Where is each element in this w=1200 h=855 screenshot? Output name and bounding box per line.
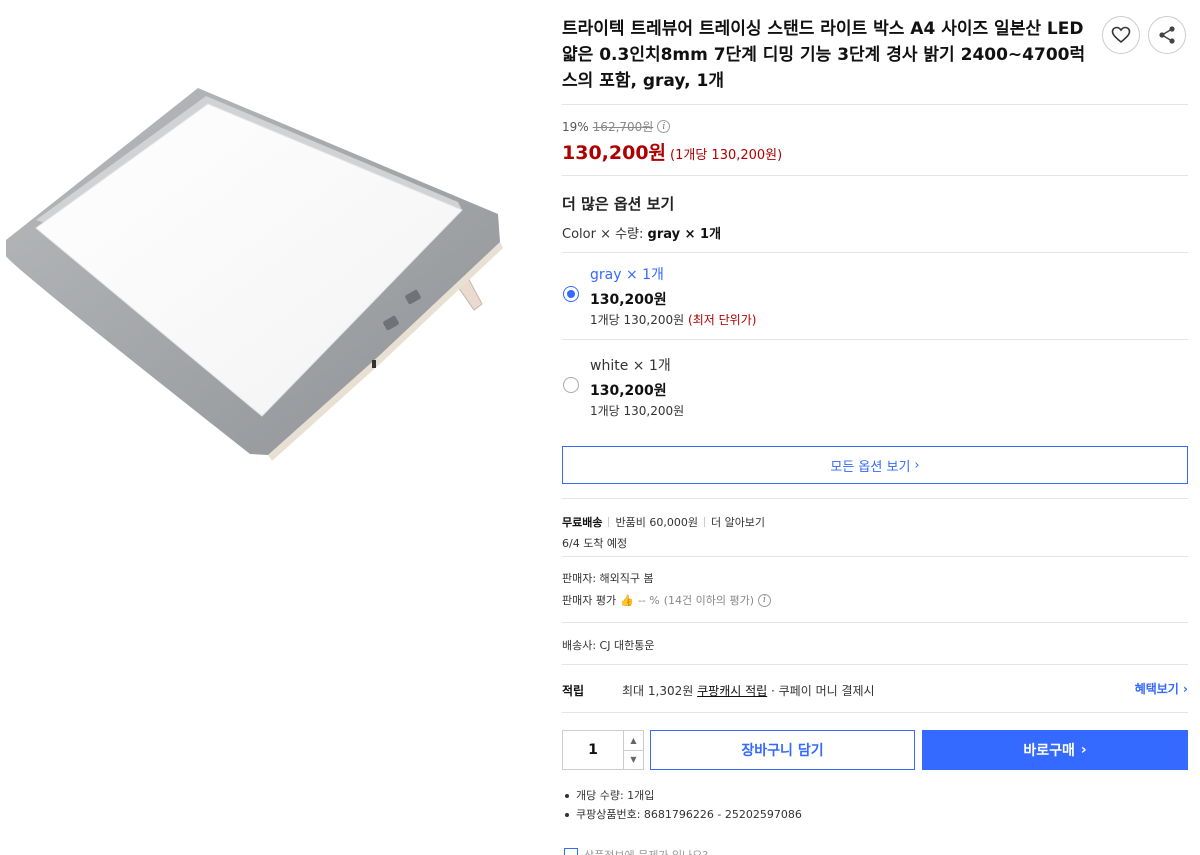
divider [562,104,1188,105]
shipping-info: 무료배송 반품비 60,000원 더 알아보기 6/4 도착 예정 [562,514,765,551]
coupang-cash-link[interactable]: 쿠팡캐시 적립 [697,684,767,698]
price-block: 19% 162,700원 i 130,200원 (1개당 130,200원) [562,118,782,165]
chevron-up-icon: ▲ [630,735,637,745]
share-icon [1159,26,1175,44]
discount-row: 19% 162,700원 i [562,118,782,135]
quantity-increase-button[interactable]: ▲ [624,731,643,751]
option-unit-price: 1개당 130,200원 (최저 단위가) [590,311,756,328]
heart-icon [1111,26,1131,44]
all-options-label: 모든 옵션 보기 [830,459,911,475]
option-name: white × 1개 [590,358,671,374]
info-icon[interactable]: i [758,593,771,607]
option-radio[interactable] [563,286,579,302]
product-details-list: 개당 수량: 1개입 쿠팡상품번호: 8681796226 - 25202597… [562,786,802,824]
reward-max-amount: 최대 1,302원 [622,683,694,698]
report-checkbox[interactable] [564,848,578,855]
sale-row: 130,200원 (1개당 130,200원) [562,138,782,165]
chevron-down-icon: ▼ [630,755,637,765]
seller-rating-note: (14건 이하의 평가) [663,594,754,607]
option-unit-price: 1개당 130,200원 [590,404,685,418]
divider [562,556,1188,557]
reward-row: 적립 최대 1,302원 쿠팡캐시 적립 · 쿠페이 머니 결제시 혜택보기 › [562,680,1188,700]
benefits-link-label: 혜택보기 [1134,682,1179,696]
divider [562,339,1188,340]
light-box-image [6,88,503,461]
lowest-unit-badge: (최저 단위가) [688,313,757,327]
options-summary: Color × 수량: gray × 1개 [562,223,721,242]
seller-rating-value: -- % [637,593,660,607]
return-fee: 반품비 60,000원 [615,516,698,529]
buy-now-button[interactable]: 바로구매 › [922,730,1188,770]
quantity-stepper: ▲ ▼ [562,730,644,770]
reward-label: 적립 [562,683,585,698]
option-price: 130,200원 [590,383,667,399]
chevron-right-icon: › [1080,742,1087,758]
info-icon[interactable]: i [657,120,671,133]
buy-now-label: 바로구매 [1023,743,1075,759]
chevron-right-icon: › [1183,682,1188,696]
product-title: 트라이텍 트레뷰어 트레이싱 스탠드 라이트 박스 A4 사이즈 일본산 LED… [562,19,1086,91]
option-gray[interactable]: gray × 1개 130,200원 1개당 130,200원 (최저 단위가) [562,264,1188,350]
option-white[interactable]: white × 1개 130,200원 1개당 130,200원 [562,355,1188,441]
quantity-input[interactable] [563,731,623,769]
unit-price: (1개당 130,200원) [670,148,783,163]
reward-condition: · 쿠페이 머니 결제시 [771,683,875,698]
separator [703,517,705,527]
seller-rating-label: 판매자 평가 [562,594,617,607]
sale-price: 130,200원 [562,142,667,164]
original-price: 162,700원 [592,120,654,134]
title-row: 트라이텍 트레뷰어 트레이싱 스탠드 라이트 박스 A4 사이즈 일본산 LED… [562,16,1188,96]
product-image [0,60,520,480]
seller-name[interactable]: 판매자: 해외직구 봄 [562,570,771,586]
favorite-button[interactable] [1102,16,1140,54]
carrier-info: 배송사: CJ 대한통운 [562,639,655,652]
add-to-cart-button[interactable]: 장바구니 담기 [650,730,915,770]
options-summary-value: gray × 1개 [647,227,722,242]
benefits-link[interactable]: 혜택보기 › [1135,680,1188,697]
options-title[interactable]: 더 많은 옵션 보기 [562,193,674,214]
reward-text: 최대 1,302원 쿠팡캐시 적립 · 쿠페이 머니 결제시 [622,682,875,699]
all-options-button[interactable]: 모든 옵션 보기 › [562,446,1188,484]
discount-rate: 19% [562,119,589,134]
option-price: 130,200원 [590,292,667,308]
report-text[interactable]: 상품정보에 문제가 있나요? [584,847,708,855]
divider [562,664,1188,665]
seller-info: 판매자: 해외직구 봄 판매자 평가 👍 -- % (14건 이하의 평가) i [562,570,771,608]
divider [562,712,1188,713]
share-button[interactable] [1148,16,1186,54]
free-shipping-label: 무료배송 [562,516,603,529]
quantity-decrease-button[interactable]: ▼ [624,751,643,770]
list-item: 쿠팡상품번호: 8681796226 - 25202597086 [562,805,802,824]
divider [562,175,1188,176]
divider [562,498,1188,499]
divider [562,252,1188,253]
separator [608,517,610,527]
learn-more-link[interactable]: 더 알아보기 [711,514,765,530]
list-item: 개당 수량: 1개입 [562,786,802,805]
thumbs-up-icon: 👍 [620,593,634,607]
chevron-right-icon: › [914,457,920,473]
divider [562,622,1188,623]
option-unit-text: 1개당 130,200원 [590,313,685,327]
option-name: gray × 1개 [590,267,664,283]
arrival-date: 6/4 도착 예정 [562,537,628,550]
options-summary-prefix: Color × 수량: [562,227,644,242]
option-radio[interactable] [563,377,579,393]
